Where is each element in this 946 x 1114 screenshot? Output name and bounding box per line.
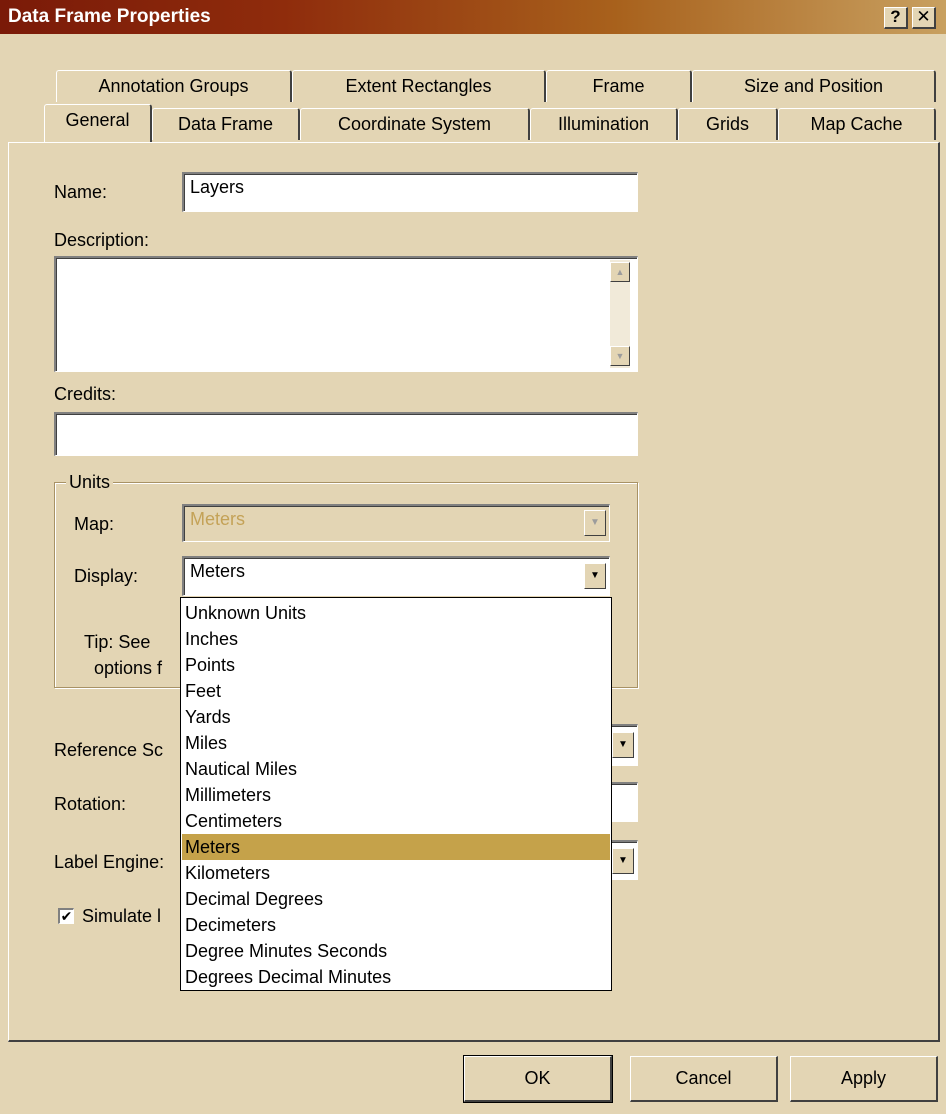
tab-size-and-position[interactable]: Size and Position [692,70,936,102]
label-engine-label: Label Engine: [54,852,165,872]
list-item[interactable]: Points [182,652,610,678]
display-units-dropdown-list[interactable]: Unknown Units Inches Points Feet Yards M… [180,597,612,991]
list-item[interactable]: Degrees Decimal Minutes [182,964,610,990]
help-button[interactable]: ? [884,7,908,29]
simulate-label: Simulate l [82,906,162,926]
name-input[interactable]: Layers [182,172,638,212]
tab-illumination[interactable]: Illumination [530,108,678,140]
units-group-label: Units [66,472,114,493]
display-units-select[interactable]: Meters [182,556,610,596]
window-title: Data Frame Properties [8,6,211,27]
description-textarea[interactable] [54,256,638,372]
credits-label: Credits: [54,384,117,404]
reference-scale-chevron-icon[interactable]: ▼ [612,732,634,758]
tab-extent-rectangles[interactable]: Extent Rectangles [292,70,546,102]
title-bar[interactable]: Data Frame Properties ? ✕ [0,0,946,34]
tab-grids[interactable]: Grids [678,108,778,140]
list-item-selected[interactable]: Meters [182,834,610,860]
tab-coordinate-system[interactable]: Coordinate System [300,108,530,140]
ok-button[interactable]: OK [463,1055,613,1103]
tab-general[interactable]: General [44,104,152,142]
list-item[interactable]: Centimeters [182,808,610,834]
tab-annotation-groups[interactable]: Annotation Groups [56,70,292,102]
list-item[interactable]: Degree Minutes Seconds [182,938,610,964]
close-icon: ✕ [916,7,931,26]
name-label: Name: [54,182,108,202]
list-item[interactable]: Feet [182,678,610,704]
apply-button[interactable]: Apply [790,1056,938,1102]
description-label: Description: [54,230,150,250]
display-units-value: Meters [190,561,246,581]
map-units-select: Meters [182,504,610,542]
display-dropdown-chevron-icon[interactable]: ▼ [584,563,606,589]
tab-data-frame[interactable]: Data Frame [152,108,300,140]
list-item[interactable]: Millimeters [182,782,610,808]
list-item[interactable]: Nautical Miles [182,756,610,782]
map-units-value: Meters [190,509,246,529]
list-item[interactable]: Decimeters [182,912,610,938]
display-units-label: Display: [74,566,139,586]
scroll-up-arrow-icon[interactable]: ▲ [610,262,630,282]
list-item[interactable]: Decimal Degrees [182,886,610,912]
credits-input[interactable] [54,412,638,456]
chevron-down-icon: ▼ [584,510,606,536]
cancel-button[interactable]: Cancel [630,1056,778,1102]
map-units-label: Map: [74,514,115,534]
tab-frame[interactable]: Frame [546,70,692,102]
simulate-checkbox[interactable]: ✔ [58,908,74,924]
close-button[interactable]: ✕ [912,7,936,29]
tip-text-line1: Tip: See [84,632,151,652]
checkmark-icon: ✔ [60,908,73,924]
list-item[interactable]: Unknown Units [182,600,610,626]
scroll-down-arrow-icon[interactable]: ▼ [610,346,630,366]
rotation-label: Rotation: [54,794,127,814]
description-scrollbar[interactable]: ▲ ▼ [610,260,630,368]
label-engine-chevron-icon[interactable]: ▼ [612,848,634,874]
list-item[interactable]: Inches [182,626,610,652]
list-item[interactable]: Yards [182,704,610,730]
tip-text-line2: options f [94,658,163,678]
reference-scale-label: Reference Sc [54,740,164,760]
list-item[interactable]: Kilometers [182,860,610,886]
tab-map-cache[interactable]: Map Cache [778,108,936,140]
list-item[interactable]: Miles [182,730,610,756]
